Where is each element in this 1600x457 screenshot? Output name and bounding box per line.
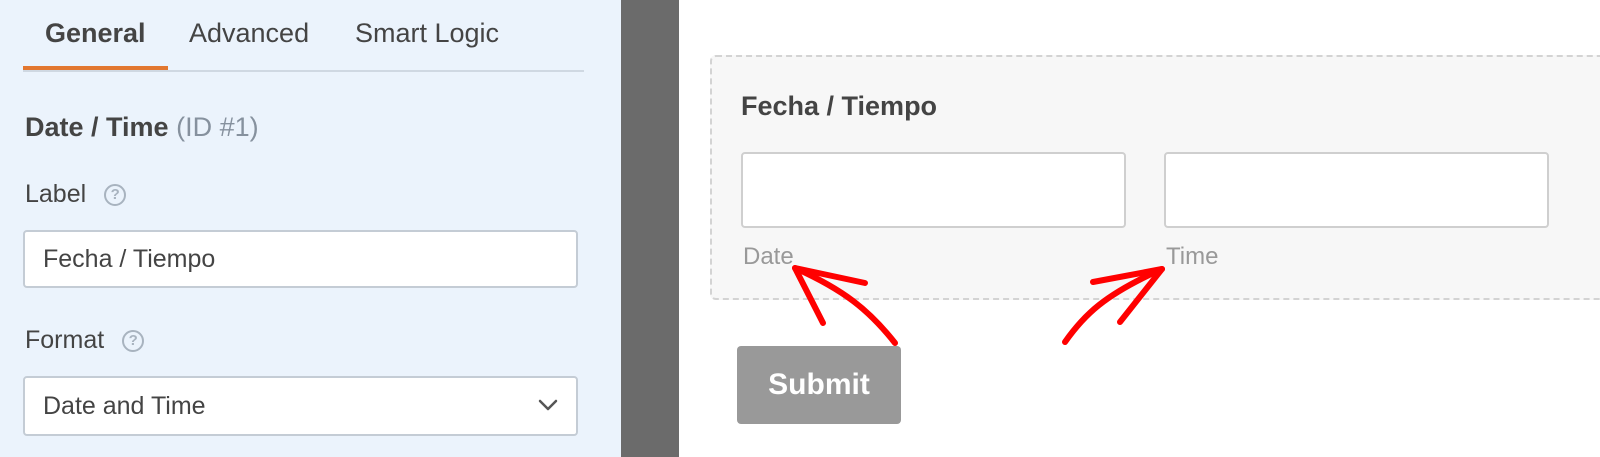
format-select[interactable]: Date and Time bbox=[23, 376, 578, 436]
question-circle-icon[interactable]: ? bbox=[122, 329, 145, 352]
field-id: (ID #1) bbox=[176, 112, 259, 142]
label-option-text: Label bbox=[25, 180, 87, 208]
panel-divider bbox=[621, 0, 679, 457]
chevron-down-icon bbox=[538, 399, 558, 411]
question-circle-icon[interactable]: ? bbox=[104, 183, 127, 206]
format-option-title: Format ? bbox=[25, 326, 145, 355]
date-sublabel: Date bbox=[743, 243, 794, 270]
submit-button[interactable]: Submit bbox=[737, 346, 901, 424]
active-tab-indicator bbox=[23, 66, 168, 70]
form-preview: Fecha / Tiempo Date Time Submit bbox=[679, 0, 1600, 457]
preview-field-label: Fecha / Tiempo bbox=[741, 91, 938, 121]
tab-advanced[interactable]: Advanced bbox=[189, 18, 309, 49]
format-option-text: Format bbox=[25, 326, 105, 354]
field-options-panel: General Advanced Smart Logic Date / Time… bbox=[0, 0, 621, 457]
datetime-field-preview[interactable]: Fecha / Tiempo Date Time bbox=[710, 55, 1600, 300]
time-input[interactable] bbox=[1164, 152, 1549, 228]
label-input[interactable] bbox=[23, 230, 578, 288]
time-sublabel: Time bbox=[1166, 243, 1219, 270]
tab-general[interactable]: General bbox=[45, 18, 146, 49]
tab-smart-logic[interactable]: Smart Logic bbox=[355, 18, 499, 49]
format-select-value: Date and Time bbox=[43, 391, 206, 420]
field-title: Date / Time (ID #1) bbox=[25, 112, 259, 143]
label-option-title: Label ? bbox=[25, 180, 127, 209]
field-type-name: Date / Time bbox=[25, 112, 169, 142]
date-input[interactable] bbox=[741, 152, 1126, 228]
options-tabs: General Advanced Smart Logic bbox=[23, 0, 584, 72]
